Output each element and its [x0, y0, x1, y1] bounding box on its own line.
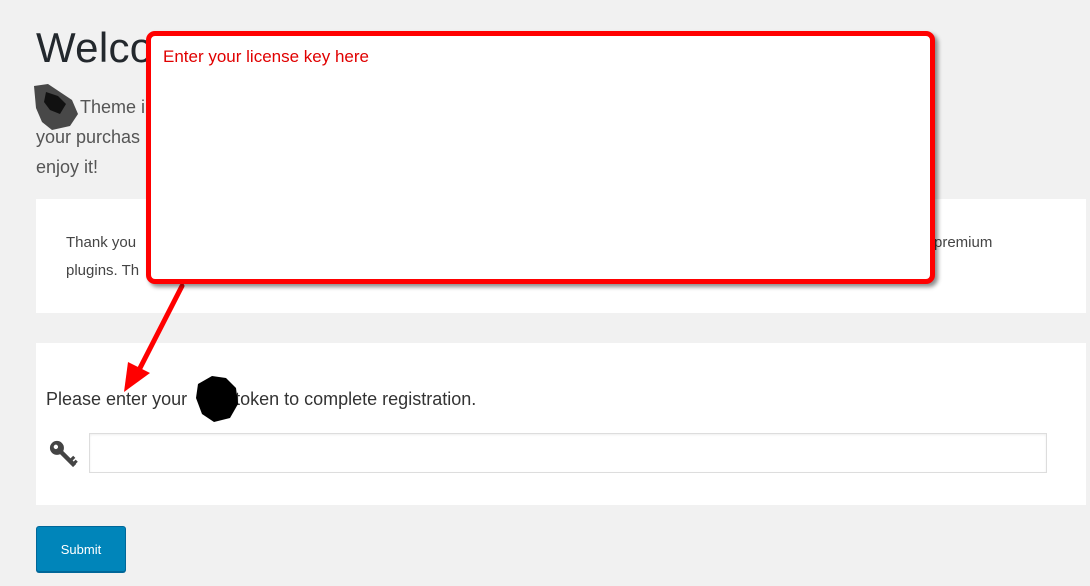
callout-text: Enter your license key here — [163, 47, 369, 66]
annotation-callout: Enter your license key here — [146, 31, 935, 284]
